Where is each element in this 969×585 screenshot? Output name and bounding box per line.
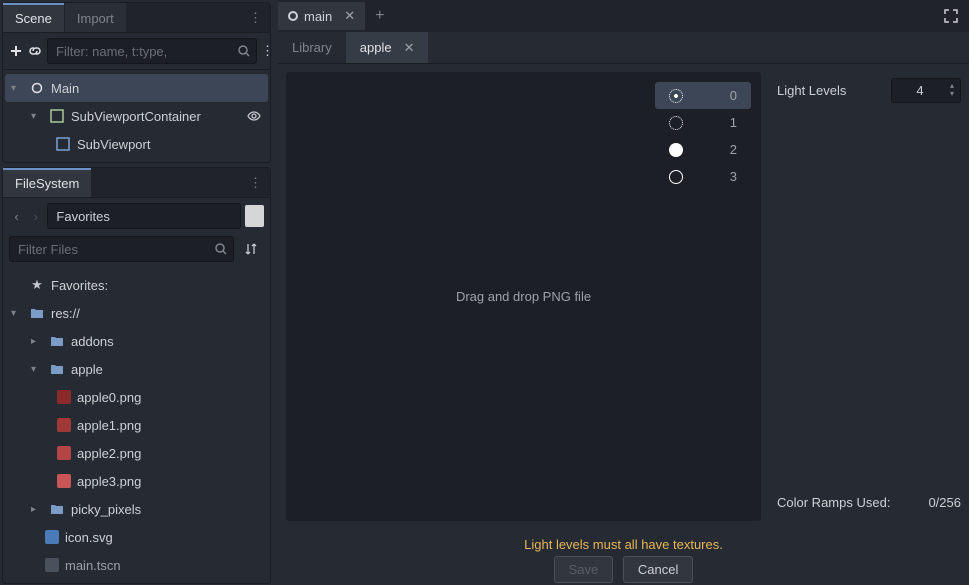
light-level-3[interactable]: 3 <box>655 163 751 190</box>
image-thumb-icon <box>57 418 71 432</box>
folder-label: apple <box>71 362 103 377</box>
visibility-icon[interactable] <box>246 108 262 124</box>
chevron-right-icon[interactable]: ▸ <box>31 504 43 515</box>
favorites-label: Favorites: <box>51 278 108 293</box>
scene-icon <box>288 11 298 21</box>
dropzone[interactable]: Drag and drop PNG file 0 1 2 3 <box>286 72 761 521</box>
folder-picky[interactable]: ▸ picky_pixels <box>5 495 268 523</box>
panel-menu-icon[interactable]: ⋮ <box>241 6 270 30</box>
chevron-down-icon[interactable]: ▾ <box>11 308 23 319</box>
file-filter-input[interactable] <box>9 236 234 262</box>
light-icon <box>669 89 683 103</box>
image-thumb-icon <box>45 530 59 544</box>
sort-button[interactable] <box>238 236 264 262</box>
tree-node-subviewportcontainer[interactable]: ▾ SubViewportContainer <box>5 102 268 130</box>
light-icon <box>669 116 683 130</box>
cancel-button[interactable]: Cancel <box>623 556 693 583</box>
folder-icon <box>49 333 65 349</box>
file-icon-svg[interactable]: icon.svg <box>5 523 268 551</box>
chevron-down-icon[interactable]: ▾ <box>11 83 23 94</box>
file-label: apple0.png <box>77 390 141 405</box>
scene-file-icon <box>45 558 59 572</box>
light-level-label: 3 <box>730 169 737 184</box>
file-apple3[interactable]: apple3.png <box>5 467 268 495</box>
close-icon[interactable]: ✕ <box>404 40 415 56</box>
image-thumb-icon <box>57 446 71 460</box>
star-icon: ★ <box>29 277 45 293</box>
dropzone-label: Drag and drop PNG file <box>456 289 591 304</box>
sub-tab-apple[interactable]: apple ✕ <box>346 32 429 63</box>
image-thumb-icon <box>57 390 71 404</box>
file-label: main.tscn <box>65 558 121 573</box>
light-level-label: 0 <box>730 88 737 103</box>
image-thumb-icon <box>57 474 71 488</box>
tab-scene[interactable]: Scene <box>3 3 64 32</box>
file-label: apple3.png <box>77 474 141 489</box>
ramps-value: 0/256 <box>928 495 961 510</box>
chevron-down-icon[interactable]: ▾ <box>31 111 43 122</box>
light-level-1[interactable]: 1 <box>655 109 751 136</box>
file-main-tscn[interactable]: main.tscn <box>5 551 268 579</box>
scene-menu-icon[interactable]: ⋮ <box>261 38 274 64</box>
folder-label: res:// <box>51 306 80 321</box>
file-tree: ★ Favorites: ▾ res:// ▸ addons ▾ <box>3 267 270 583</box>
folder-icon <box>49 361 65 377</box>
chevron-down-icon[interactable]: ▾ <box>31 364 43 375</box>
light-icon <box>669 170 683 184</box>
container-icon <box>49 108 65 124</box>
folder-icon <box>29 305 45 321</box>
color-swatch[interactable] <box>245 205 264 227</box>
tree-node-label: SubViewportContainer <box>71 109 201 124</box>
tab-label: main <box>304 9 332 24</box>
favorites-item[interactable]: ★ Favorites: <box>5 271 268 299</box>
sub-tab-library[interactable]: Library <box>278 32 346 63</box>
tree-node-main[interactable]: ▾ Main <box>5 74 268 102</box>
main-tab-main[interactable]: main ✕ <box>278 2 365 30</box>
light-icon <box>669 143 683 157</box>
file-label: apple2.png <box>77 446 141 461</box>
tab-import[interactable]: Import <box>65 3 126 32</box>
path-input[interactable] <box>47 203 241 229</box>
light-levels-input[interactable]: 4 ▴▾ <box>891 78 961 103</box>
nav-forward-button[interactable]: › <box>28 209 43 224</box>
ramps-label: Color Ramps Used: <box>777 495 890 510</box>
tree-node-subviewport[interactable]: SubViewport <box>5 130 268 158</box>
file-apple1[interactable]: apple1.png <box>5 411 268 439</box>
panel-menu-icon[interactable]: ⋮ <box>241 171 270 195</box>
scene-filter-input[interactable] <box>47 38 257 64</box>
add-tab-button[interactable]: + <box>365 1 394 31</box>
chevron-right-icon[interactable]: ▸ <box>31 336 43 347</box>
folder-addons[interactable]: ▸ addons <box>5 327 268 355</box>
light-levels-label: Light Levels <box>777 83 846 98</box>
sub-tab-label: apple <box>360 40 392 55</box>
light-level-label: 2 <box>730 142 737 157</box>
folder-icon <box>49 501 65 517</box>
folder-label: picky_pixels <box>71 502 141 517</box>
nav-back-button[interactable]: ‹ <box>9 209 24 224</box>
scene-tree: ▾ Main ▾ SubViewportContainer <box>3 70 270 162</box>
light-level-0[interactable]: 0 <box>655 82 751 109</box>
link-button[interactable] <box>27 38 43 64</box>
light-level-label: 1 <box>730 115 737 130</box>
light-level-2[interactable]: 2 <box>655 136 751 163</box>
save-button: Save <box>554 556 614 583</box>
file-apple0[interactable]: apple0.png <box>5 383 268 411</box>
spinner-icon[interactable]: ▴▾ <box>950 82 954 98</box>
folder-label: addons <box>71 334 114 349</box>
add-node-button[interactable] <box>9 38 23 64</box>
tree-node-label: SubViewport <box>77 137 150 152</box>
tree-node-label: Main <box>51 81 79 96</box>
folder-apple[interactable]: ▾ apple <box>5 355 268 383</box>
warning-text: Light levels must all have textures. <box>286 537 961 552</box>
folder-res[interactable]: ▾ res:// <box>5 299 268 327</box>
close-icon[interactable]: ✕ <box>344 8 355 24</box>
file-apple2[interactable]: apple2.png <box>5 439 268 467</box>
node-icon <box>29 80 45 96</box>
tab-filesystem[interactable]: FileSystem <box>3 168 91 197</box>
viewport-icon <box>55 136 71 152</box>
file-label: apple1.png <box>77 418 141 433</box>
light-levels-value: 4 <box>916 83 923 98</box>
fullscreen-icon[interactable] <box>933 2 969 30</box>
file-label: icon.svg <box>65 530 113 545</box>
